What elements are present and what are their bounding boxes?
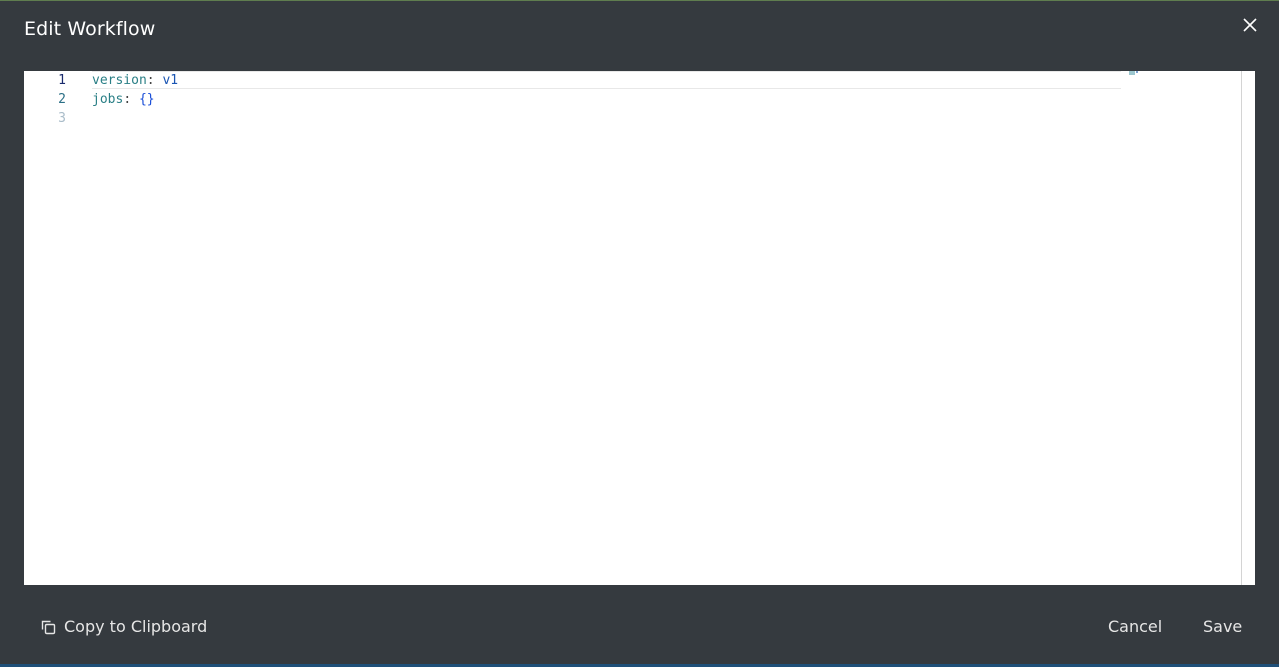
line-number: 3 — [58, 111, 66, 126]
close-icon — [1243, 18, 1257, 32]
copy-to-clipboard-button[interactable]: Copy to Clipboard — [40, 617, 207, 636]
vertical-scrollbar[interactable] — [1242, 71, 1255, 585]
yaml-value: v1 — [162, 73, 179, 88]
yaml-separator: : — [123, 92, 139, 107]
minimap-indicator — [1129, 71, 1138, 75]
code-line[interactable]: version: v1 — [92, 71, 178, 90]
yaml-key: version — [92, 73, 147, 88]
active-line-highlight — [92, 71, 1121, 89]
copy-to-clipboard-label: Copy to Clipboard — [64, 617, 208, 636]
yaml-separator: : — [146, 73, 163, 88]
cancel-button[interactable]: Cancel — [1108, 617, 1162, 636]
dialog-title: Edit Workflow — [24, 18, 156, 40]
top-accent-stripe — [0, 0, 1279, 1]
close-button[interactable] — [1240, 15, 1260, 35]
code-line[interactable]: jobs: {} — [92, 90, 155, 109]
yaml-value: {} — [138, 92, 155, 107]
save-button[interactable]: Save — [1203, 617, 1242, 636]
line-number-gutter: 1 2 3 — [24, 71, 84, 585]
line-number: 2 — [58, 92, 66, 107]
yaml-key: jobs — [92, 92, 124, 107]
code-editor[interactable]: 1 2 3 version: v1 jobs: {} — [24, 71, 1255, 585]
copy-icon — [41, 620, 56, 634]
line-number: 1 — [58, 73, 66, 88]
